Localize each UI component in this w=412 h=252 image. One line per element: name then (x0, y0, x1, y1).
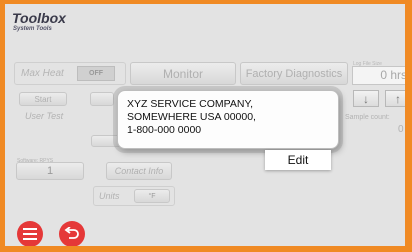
sample-count-value: 0 (398, 124, 404, 135)
arrow-down-icon: ↓ (363, 91, 369, 106)
start-button[interactable]: Start (19, 92, 67, 106)
hidden-button[interactable] (90, 92, 114, 106)
hamburger-icon (23, 228, 37, 240)
device-frame: Toolbox System Tools Max Heat OFF Monito… (0, 0, 412, 252)
log-file-size-field[interactable]: 0 hrs (352, 66, 405, 85)
back-arrow-icon (64, 227, 79, 239)
user-test-label: User Test (25, 111, 64, 121)
back-button[interactable] (59, 221, 85, 246)
arrow-down-button[interactable]: ↓ (353, 90, 379, 107)
page-subtitle: System Tools (13, 26, 52, 32)
dialog-line-1: XYZ SERVICE COMPANY, (127, 98, 254, 110)
arrow-up-icon: ↑ (395, 91, 401, 106)
units-toggle[interactable]: °F (134, 189, 170, 203)
edit-button[interactable]: Edit (265, 150, 331, 170)
contact-info-button[interactable]: Contact Info (106, 162, 172, 180)
factory-diagnostics-button[interactable]: Factory Diagnostics (240, 62, 348, 85)
dialog-line-2: SOMEWHERE USA 00000, (127, 111, 256, 123)
menu-button[interactable] (17, 221, 43, 246)
max-heat-control: Max Heat OFF (14, 62, 126, 85)
contact-info-dialog: XYZ SERVICE COMPANY, SOMEWHERE USA 00000… (117, 90, 339, 149)
sample-count-label: Sample count: (345, 114, 390, 121)
software-field[interactable]: 1 (16, 162, 84, 180)
page-title: Toolbox (12, 10, 66, 26)
units-label: Units (99, 191, 120, 201)
arrow-up-button[interactable]: ↑ (385, 90, 405, 107)
max-heat-label: Max Heat (21, 68, 64, 79)
units-control: Units °F (93, 186, 175, 206)
dialog-line-3: 1-800-000 0000 (127, 124, 202, 136)
screen: Toolbox System Tools Max Heat OFF Monito… (5, 4, 405, 246)
monitor-button[interactable]: Monitor (130, 62, 236, 85)
max-heat-toggle[interactable]: OFF (77, 66, 115, 81)
